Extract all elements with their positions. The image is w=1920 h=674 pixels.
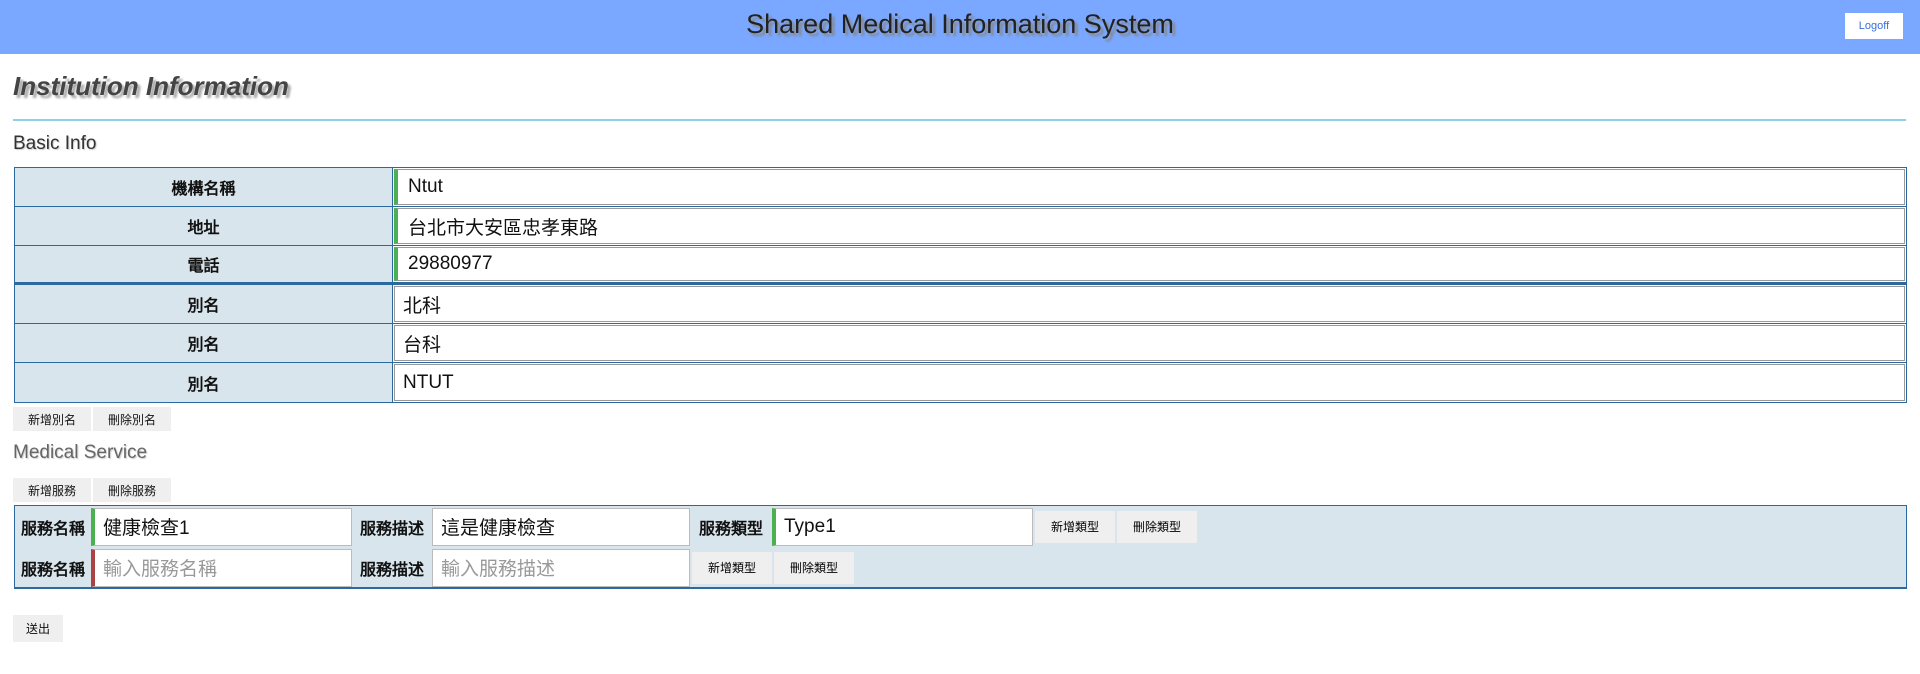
alias-field[interactable]: 台科 (394, 325, 1905, 361)
service-name-input[interactable]: 輸入服務名稱 (91, 548, 352, 587)
row-label: 別名 (15, 324, 393, 362)
add-alias-button[interactable]: 新增別名 (13, 407, 91, 431)
row-label: 電話 (15, 246, 393, 282)
basic-info-table: 機構名稱 Ntut 地址 台北市大安區忠孝東路 電話 29880977 別名 北科 別名… (14, 167, 1907, 403)
row-label: 別名 (15, 285, 393, 323)
table-row: 別名 NTUT (15, 363, 1906, 402)
table-row: 電話 29880977 (15, 246, 1906, 285)
service-desc-input[interactable]: 這是健康檢查 (432, 507, 690, 546)
add-type-button[interactable]: 新增類型 (692, 551, 772, 584)
service-list: 服務名稱 健康檢查1 服務描述 這是健康檢查 服務類型 Type1 新增類型 刪… (14, 505, 1907, 589)
service-desc-input[interactable]: 輸入服務描述 (432, 548, 690, 587)
delete-type-button[interactable]: 刪除類型 (1117, 510, 1197, 543)
table-row: 機構名稱 Ntut (15, 168, 1906, 207)
address-field[interactable]: 台北市大安區忠孝東路 (394, 208, 1905, 244)
alias-field[interactable]: 北科 (394, 286, 1905, 322)
alias-field[interactable]: NTUT (394, 364, 1905, 401)
service-type-label: 服務類型 (698, 518, 763, 538)
delete-service-button[interactable]: 刪除服務 (93, 478, 171, 502)
row-label: 別名 (15, 363, 393, 402)
table-row: 地址 台北市大安區忠孝東路 (15, 207, 1906, 246)
service-name-label: 服務名稱 (20, 518, 85, 538)
service-type-input[interactable]: Type1 (772, 507, 1033, 546)
submit-button[interactable]: 送出 (13, 615, 63, 642)
institution-name-field[interactable]: Ntut (394, 169, 1905, 205)
app-header: Shared Medical Information System Logoff (0, 0, 1920, 54)
service-row: 服務名稱 輸入服務名稱 服務描述 輸入服務描述 新增類型 刪除類型 (15, 548, 854, 587)
page-title: Institution Information (13, 71, 289, 101)
divider (13, 119, 1906, 121)
service-row: 服務名稱 健康檢查1 服務描述 這是健康檢查 服務類型 Type1 新增類型 刪… (15, 507, 1197, 546)
table-row: 別名 台科 (15, 324, 1906, 363)
table-row: 別名 北科 (15, 285, 1906, 324)
row-label: 機構名稱 (15, 168, 393, 206)
service-name-input[interactable]: 健康檢查1 (91, 507, 352, 546)
basic-info-heading: Basic Info (13, 133, 97, 154)
add-type-button[interactable]: 新增類型 (1035, 510, 1115, 543)
delete-type-button[interactable]: 刪除類型 (774, 551, 854, 584)
app-title: Shared Medical Information System (746, 9, 1174, 39)
phone-field[interactable]: 29880977 (394, 247, 1905, 281)
service-desc-label: 服務描述 (359, 559, 424, 579)
add-service-button[interactable]: 新增服務 (13, 478, 91, 502)
medical-service-heading: Medical Service (13, 442, 148, 463)
service-desc-label: 服務描述 (359, 518, 424, 538)
logoff-button[interactable]: Logoff (1845, 13, 1903, 39)
service-name-label: 服務名稱 (20, 559, 85, 579)
row-label: 地址 (15, 207, 393, 245)
delete-alias-button[interactable]: 刪除別名 (93, 407, 171, 431)
